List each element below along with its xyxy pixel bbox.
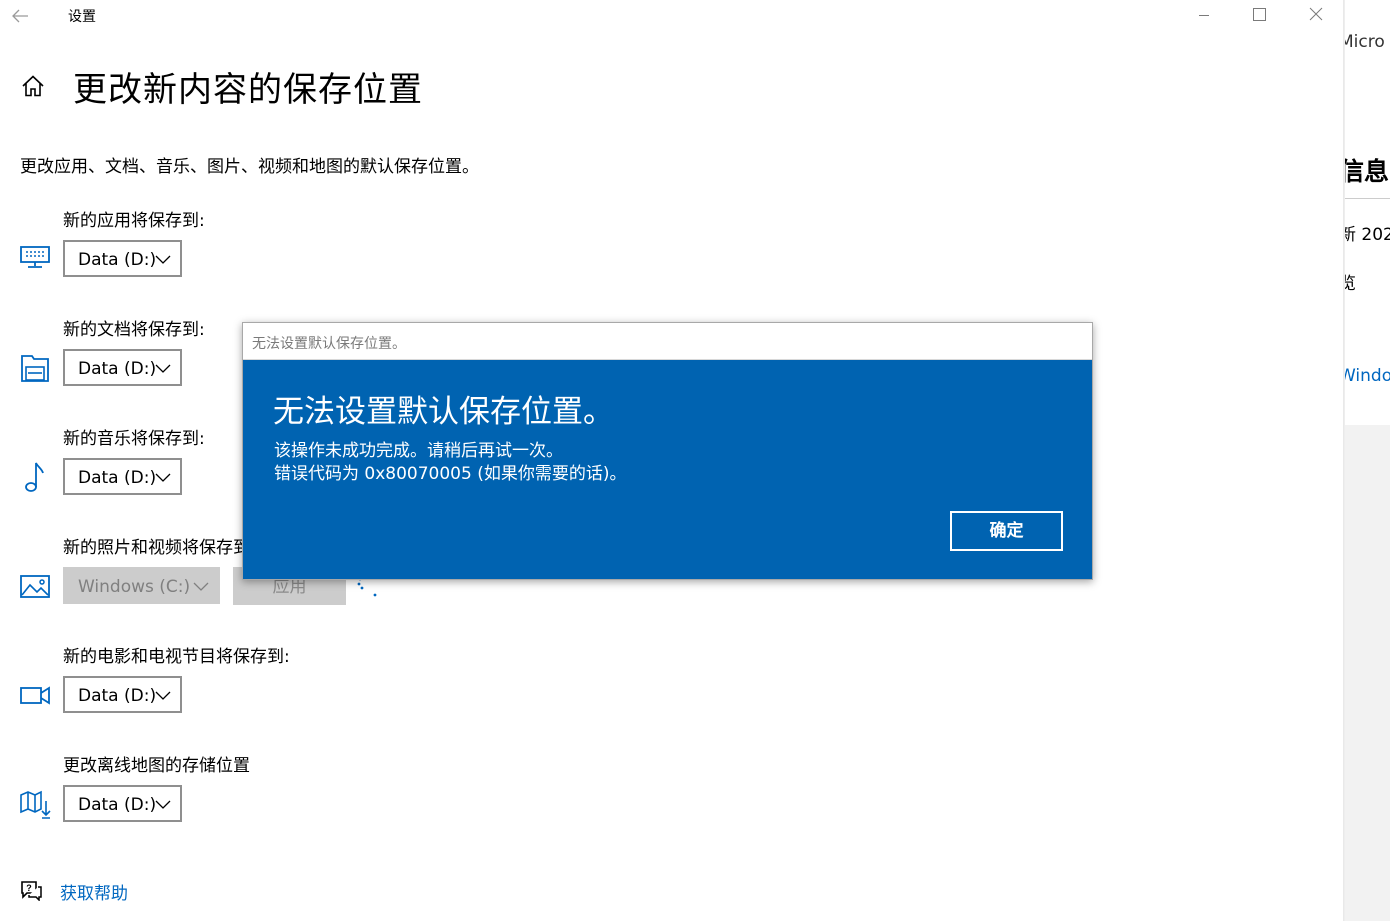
chevron-down-icon (155, 473, 171, 482)
minimize-button[interactable] (1180, 0, 1228, 32)
background-fragment-micro: Micro (1345, 32, 1385, 52)
chevron-down-icon (155, 364, 171, 373)
picture-icon (20, 575, 50, 598)
music-save-label: 新的音乐将保存到: (63, 429, 205, 449)
close-button[interactable] (1292, 0, 1340, 32)
chevron-down-icon (155, 691, 171, 700)
chevron-down-icon (155, 255, 171, 264)
background-fragment-windows-link[interactable]: Window (1345, 366, 1390, 386)
documents-save-label: 新的文档将保存到: (63, 320, 205, 340)
error-dialog: 无法设置默认保存位置。 无法设置默认保存位置。 该操作未成功完成。请稍后再试一次… (242, 322, 1093, 580)
maps-save-label: 更改离线地图的存储位置 (63, 756, 250, 776)
map-download-icon (20, 790, 51, 819)
photos-drive-value: Windows (C:) (78, 577, 191, 597)
movies-save-label: 新的电影和电视节目将保存到: (63, 647, 290, 667)
movies-drive-select[interactable]: Data (D:) (63, 676, 182, 713)
dialog-message-line1: 该操作未成功完成。请稍后再试一次。 (274, 441, 563, 461)
music-drive-value: Data (D:) (78, 468, 157, 488)
music-drive-select[interactable]: Data (D:) (63, 458, 182, 495)
get-help-link[interactable]: 获取帮助 (60, 879, 128, 904)
background-fragment-browse: 览 (1345, 274, 1356, 294)
maximize-button[interactable] (1236, 0, 1284, 32)
dialog-window-title: 无法设置默认保存位置。 (252, 336, 406, 352)
background-window: Micro 信息 新 2020 览 Window (1345, 0, 1390, 921)
ok-button[interactable]: 确定 (949, 510, 1064, 552)
dialog-titlebar: 无法设置默认保存位置。 (243, 323, 1092, 360)
page-description: 更改应用、文档、音乐、图片、视频和地图的默认保存位置。 (20, 157, 479, 177)
settings-titlebar: 设置 (0, 0, 1343, 32)
back-arrow-icon[interactable] (8, 4, 32, 28)
apps-save-label: 新的应用将保存到: (63, 211, 205, 231)
photos-save-label: 新的照片和视频将保存到: (63, 538, 256, 558)
apps-drive-value: Data (D:) (78, 250, 157, 270)
window-title: 设置 (68, 9, 96, 25)
background-fragment-date: 新 2020 (1345, 225, 1390, 245)
background-divider (1345, 198, 1390, 199)
documents-drive-select[interactable]: Data (D:) (63, 349, 182, 386)
music-note-icon (25, 462, 44, 492)
movies-drive-value: Data (D:) (78, 686, 157, 706)
background-window-lower-area (1345, 425, 1390, 921)
chevron-down-icon (155, 800, 171, 809)
document-drive-icon (21, 355, 49, 382)
monitor-icon (20, 246, 50, 268)
photos-drive-select[interactable]: Windows (C:) (63, 567, 220, 604)
dialog-message-line2: 错误代码为 0x80070005 (如果你需要的话)。 (274, 464, 627, 484)
maps-drive-select[interactable]: Data (D:) (63, 785, 182, 822)
page-title: 更改新内容的保存位置 (73, 70, 423, 110)
svg-text:?: ? (26, 883, 32, 893)
help-chat-icon: ? (21, 881, 42, 901)
background-fragment-info: 信息 (1345, 157, 1390, 186)
maps-drive-value: Data (D:) (78, 795, 157, 815)
apps-drive-select[interactable]: Data (D:) (63, 240, 182, 277)
video-camera-icon (20, 686, 50, 705)
documents-drive-value: Data (D:) (78, 359, 157, 379)
chevron-down-icon (193, 582, 209, 591)
dialog-heading: 无法设置默认保存位置。 (273, 394, 614, 430)
home-icon[interactable] (20, 73, 46, 99)
